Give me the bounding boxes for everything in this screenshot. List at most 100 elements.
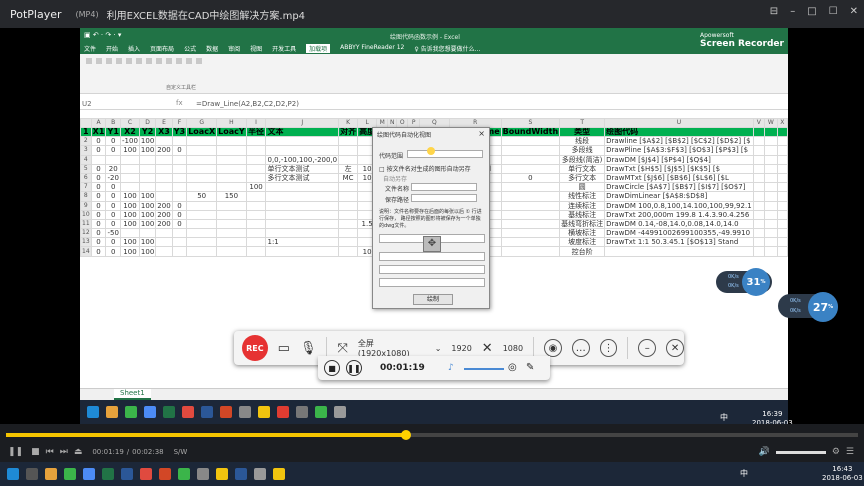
cell[interactable] [120,182,140,193]
cell[interactable]: 0 [105,209,122,220]
app-icon[interactable] [83,468,95,480]
cell[interactable] [500,163,561,174]
cell[interactable]: 0 [90,209,107,220]
chat-icon[interactable]: … [571,339,590,357]
cell[interactable] [171,172,188,184]
cell[interactable]: -50 [105,228,122,239]
cell[interactable] [764,154,778,165]
cell[interactable] [120,172,140,184]
toolbar-icon[interactable] [126,58,132,64]
row-header[interactable]: 12 [80,228,92,239]
cell[interactable] [500,182,561,193]
cell[interactable]: BoundWidth [500,126,561,138]
row-header[interactable]: 14 [80,246,92,257]
fx-icon[interactable]: fx [176,99,183,107]
cell[interactable]: 100 [120,200,140,211]
cell[interactable] [120,228,140,239]
cell[interactable]: 多段线(简洁) [559,154,606,165]
cell[interactable] [171,237,188,248]
powerpoint-icon[interactable] [220,406,232,418]
word-icon[interactable] [121,468,133,480]
cell[interactable] [245,237,267,248]
cell[interactable] [155,228,173,239]
column-header[interactable]: J [265,118,340,128]
ribbon-tab[interactable]: 开始 [106,44,118,53]
cell[interactable]: 200 [155,209,173,220]
cell[interactable] [776,126,788,138]
cell[interactable] [216,145,247,156]
cell[interactable] [776,172,788,184]
cell[interactable] [265,209,340,220]
cell[interactable]: 绘图代码 [604,126,754,138]
cell[interactable] [764,218,778,230]
cell[interactable] [752,218,766,230]
cell[interactable]: 0 [90,182,107,193]
row-header[interactable]: 2 [80,136,92,147]
cell[interactable]: 0 [105,237,122,248]
cell[interactable]: 100 [120,218,140,230]
cell[interactable] [138,228,157,239]
toolbar-icon[interactable] [186,58,192,64]
cell[interactable]: X1 [90,126,107,138]
cell[interactable]: 100 [120,246,140,257]
app-icon[interactable] [197,468,209,480]
cell[interactable] [764,136,778,147]
cell[interactable] [155,191,173,202]
rec-button[interactable]: REC [242,335,268,361]
cell[interactable] [338,237,359,248]
task-view-icon[interactable] [26,468,38,480]
cell[interactable]: DrawTxt 1:1 50.3.45.1 [$O$13] Stand [604,237,754,248]
app-icon[interactable] [140,468,152,480]
cell[interactable] [265,246,340,257]
range-input[interactable] [407,150,483,158]
cell[interactable]: 0 [171,145,188,156]
cell[interactable] [265,228,340,239]
cell[interactable] [764,246,778,257]
toolbar-icon[interactable] [166,58,172,64]
speaker-icon[interactable]: 🔊 [759,447,770,457]
toolbar-icon[interactable] [176,58,182,64]
cell[interactable] [186,246,218,257]
cell[interactable]: Y1 [105,126,122,138]
cell[interactable]: 类型 [559,126,606,138]
cell[interactable]: 0 [90,200,107,211]
column-header[interactable]: W [764,118,778,128]
cell[interactable] [764,209,778,220]
powerpoint-icon[interactable] [159,468,171,480]
cell[interactable] [216,237,247,248]
volume-bar[interactable] [775,450,826,454]
cell[interactable] [171,163,188,174]
cell[interactable] [171,154,188,165]
cell[interactable] [500,246,561,257]
column-header[interactable]: T [559,118,606,128]
cell[interactable] [752,136,766,147]
height-input[interactable]: 1080 [503,344,523,353]
cell[interactable]: DrawCircle [$A$7] [$B$7] [$I$7] [$O$7] [604,182,754,193]
excel-icon[interactable] [163,406,175,418]
cell[interactable]: 0 [500,172,561,184]
cell[interactable]: 100 [138,200,157,211]
cell[interactable]: 单行文本测试 [265,163,340,174]
cell[interactable] [776,200,788,211]
savepath-input[interactable] [411,194,477,202]
cell[interactable]: 连续标注 [559,200,606,211]
cell[interactable] [245,172,267,184]
inner-ime[interactable]: 中 [720,412,728,423]
cell[interactable] [776,163,788,174]
cell[interactable] [776,237,788,248]
cell[interactable]: 基线弯折标注 [559,218,606,230]
cell[interactable] [752,228,766,239]
camera-icon[interactable]: ◎ [508,362,517,373]
formula-input[interactable]: =Draw_Line(A2,B2,C2,D2,P2) [196,100,299,108]
restore-button[interactable]: □ [807,6,816,17]
cell[interactable] [752,237,766,248]
cell[interactable]: 150 [216,191,247,202]
cell[interactable]: X3 [155,126,173,138]
cell[interactable]: 左 [338,163,359,174]
cell[interactable] [216,163,247,174]
cell[interactable] [155,182,173,193]
cell[interactable] [764,172,778,184]
cell[interactable]: 100 [120,145,140,156]
cell[interactable] [186,136,218,147]
column-header[interactable]: G [186,118,218,128]
